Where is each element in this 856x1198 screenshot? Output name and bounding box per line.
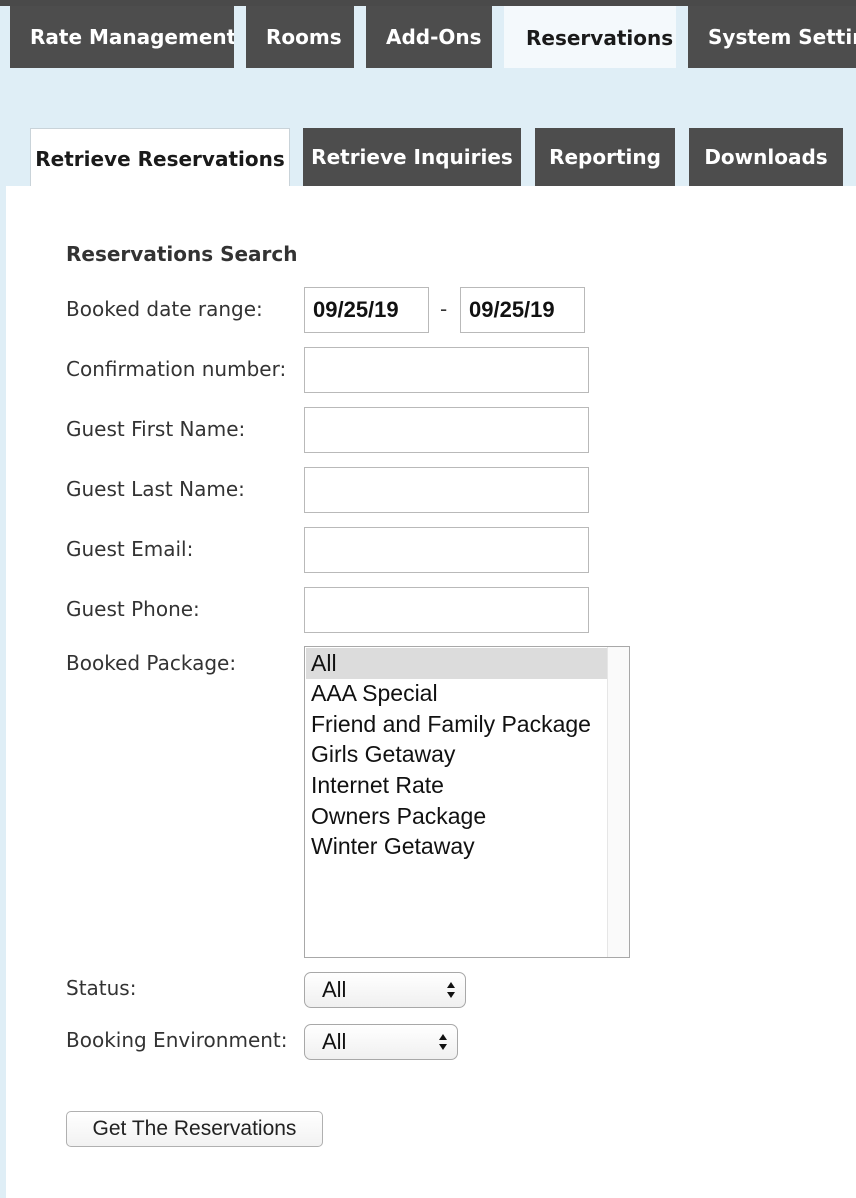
tab-label: Add-Ons — [386, 25, 482, 49]
list-option[interactable]: All — [306, 648, 607, 679]
tab-system-settings[interactable]: System Settings — [688, 6, 856, 68]
guest-email-input[interactable] — [304, 527, 589, 573]
guest-last-name-input[interactable] — [304, 467, 589, 513]
list-option[interactable]: Internet Rate — [306, 770, 607, 801]
subtab-downloads[interactable]: Downloads — [689, 128, 843, 186]
tab-label: Rate Management — [30, 25, 234, 49]
confirmation-number-label: Confirmation number: — [66, 357, 287, 381]
guest-first-name-input[interactable] — [304, 407, 589, 453]
listbox-scrollbar[interactable] — [607, 647, 629, 957]
list-option[interactable]: Winter Getaway — [306, 831, 607, 862]
subtab-retrieve-inquiries[interactable]: Retrieve Inquiries — [303, 128, 521, 186]
guest-last-name-label: Guest Last Name: — [66, 477, 245, 501]
subtab-reporting[interactable]: Reporting — [535, 128, 675, 186]
tab-label: System Settings — [708, 25, 856, 49]
guest-phone-label: Guest Phone: — [66, 597, 200, 621]
section-title: Reservations Search — [66, 242, 298, 266]
confirmation-number-input[interactable] — [304, 347, 589, 393]
booked-date-from-input[interactable]: 09/25/19 — [304, 287, 429, 333]
guest-email-label: Guest Email: — [66, 537, 194, 561]
subtab-label: Retrieve Reservations — [35, 146, 285, 171]
guest-first-name-label: Guest First Name: — [66, 417, 246, 441]
status-label: Status: — [66, 976, 137, 1000]
booked-date-to-input[interactable]: 09/25/19 — [460, 287, 585, 333]
list-option[interactable]: Girls Getaway — [306, 739, 607, 770]
date-range-separator: - — [440, 297, 448, 321]
tab-label: Reservations — [526, 26, 674, 50]
subtab-label: Reporting — [549, 145, 661, 169]
subtab-label: Retrieve Inquiries — [311, 145, 513, 169]
tab-rooms[interactable]: Rooms — [246, 6, 354, 68]
tab-reservations[interactable]: Reservations — [504, 6, 676, 68]
booked-package-listbox[interactable]: All AAA Special Friend and Family Packag… — [304, 646, 630, 958]
select-arrows-icon — [439, 1034, 447, 1050]
status-select[interactable]: All — [304, 972, 466, 1008]
subtab-label: Downloads — [704, 145, 828, 169]
booking-environment-label: Booking Environment: — [66, 1028, 288, 1052]
list-option[interactable]: Owners Package — [306, 801, 607, 832]
booking-environment-select[interactable]: All — [304, 1024, 458, 1060]
status-selected-value: All — [322, 977, 347, 1002]
select-arrows-icon — [447, 982, 455, 998]
subtab-retrieve-reservations[interactable]: Retrieve Reservations — [30, 128, 290, 188]
tab-add-ons[interactable]: Add-Ons — [366, 6, 492, 68]
get-reservations-button[interactable]: Get The Reservations — [66, 1111, 323, 1147]
guest-phone-input[interactable] — [304, 587, 589, 633]
booked-date-range-label: Booked date range: — [66, 297, 263, 321]
tab-rate-management[interactable]: Rate Management — [10, 6, 234, 68]
booking-environment-selected-value: All — [322, 1029, 347, 1054]
booked-package-label: Booked Package: — [66, 651, 237, 675]
list-option[interactable]: Friend and Family Package — [306, 709, 607, 740]
list-option[interactable]: AAA Special — [306, 678, 607, 709]
top-nav: Rate Management Rooms Add-Ons Reservatio… — [0, 0, 856, 68]
tab-label: Rooms — [266, 25, 342, 49]
